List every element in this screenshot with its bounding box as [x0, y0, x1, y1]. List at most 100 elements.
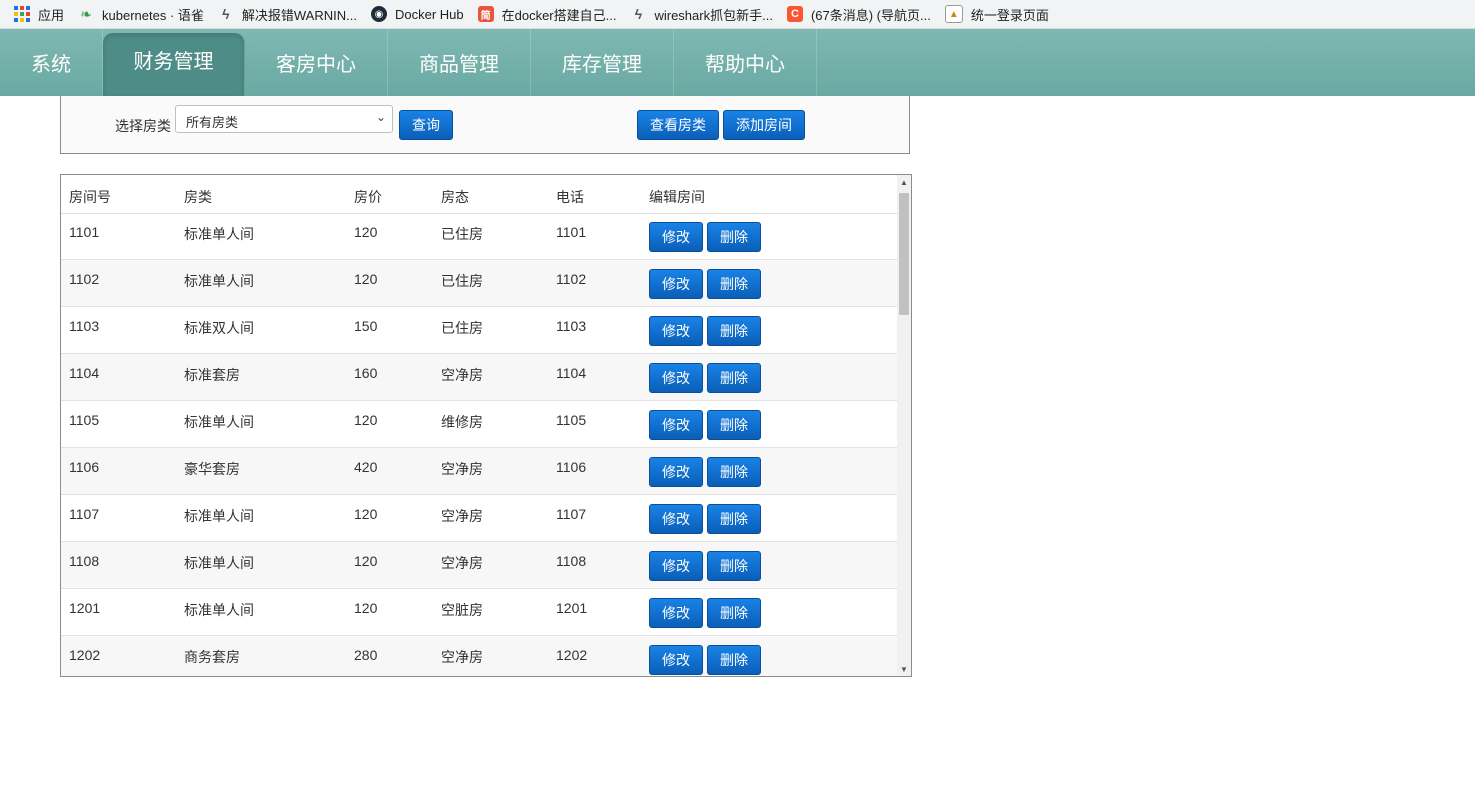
bookmark-jianshu[interactable]: 简 在docker搭建自己... [477, 5, 617, 24]
cell-status: 已住房 [441, 273, 483, 289]
cell-status: 空净房 [441, 555, 483, 571]
bookmark-docker-hub[interactable]: ◉ Docker Hub [370, 6, 464, 22]
edit-button[interactable]: 修改 [649, 457, 703, 487]
cell-status: 空净房 [441, 367, 483, 383]
cell-room-number: 1108 [69, 553, 100, 569]
room-type-select[interactable]: 所有房类 ⌄ [175, 105, 393, 133]
cell-price: 420 [354, 459, 378, 475]
edit-button[interactable]: 修改 [649, 551, 703, 581]
delete-button[interactable]: 删除 [707, 222, 761, 252]
nav-goods[interactable]: 商品管理 [388, 29, 531, 96]
nav-system[interactable]: 系统 [0, 29, 103, 96]
cell-room-number: 1102 [69, 271, 100, 287]
table-scrollbar[interactable]: ▲ ▼ [897, 175, 911, 676]
edit-button[interactable]: 修改 [649, 645, 703, 675]
cell-room-type: 豪华套房 [184, 461, 240, 477]
cell-status: 已住房 [441, 226, 483, 242]
image-icon: ▲ [944, 5, 963, 23]
delete-button[interactable]: 删除 [707, 457, 761, 487]
delete-button[interactable]: 删除 [707, 410, 761, 440]
query-button[interactable]: 查询 [399, 110, 453, 140]
delete-button[interactable]: 删除 [707, 645, 761, 675]
table-body: 1101 标准单人间 120 已住房 1101 修改 删除 1102 标准单人间… [61, 213, 897, 676]
header-room-number: 房间号 [69, 189, 111, 205]
cell-phone: 1101 [556, 224, 587, 240]
cell-room-number: 1202 [69, 647, 101, 663]
table-row: 1104 标准套房 160 空净房 1104 修改 删除 [61, 354, 897, 401]
filter-panel: 选择房类 所有房类 ⌄ 查询 查看房类 添加房间 [60, 96, 910, 154]
cell-phone: 1201 [556, 600, 588, 616]
cell-room-type: 标准单人间 [184, 508, 254, 524]
apps-grid-icon [14, 6, 30, 22]
header-room-type: 房类 [184, 189, 212, 205]
nav-help[interactable]: 帮助中心 [674, 29, 817, 96]
cell-status: 空净房 [441, 461, 483, 477]
cell-price: 120 [354, 412, 378, 428]
table-row: 1108 标准单人间 120 空净房 1108 修改 删除 [61, 542, 897, 589]
header-price: 房价 [354, 189, 382, 205]
bookmark-warning[interactable]: ϟ 解决报错WARNIN... [218, 5, 357, 24]
view-room-types-button[interactable]: 查看房类 [637, 110, 719, 140]
header-edit: 编辑房间 [649, 189, 705, 205]
cell-room-type: 标准单人间 [184, 602, 254, 618]
bookmark-label: Docker Hub [394, 6, 464, 22]
delete-button[interactable]: 删除 [707, 598, 761, 628]
cell-phone: 1106 [556, 459, 587, 475]
delete-button[interactable]: 删除 [707, 504, 761, 534]
cell-room-number: 1104 [69, 365, 100, 381]
header-phone: 电话 [556, 189, 584, 205]
bookmark-label: kubernetes · 语雀 [102, 7, 204, 23]
edit-button[interactable]: 修改 [649, 410, 703, 440]
table-row: 1102 标准单人间 120 已住房 1102 修改 删除 [61, 260, 897, 307]
bookmark-label: (67条消息) (导航页... [810, 7, 931, 23]
bookmark-csdn[interactable]: C (67条消息) (导航页... [786, 5, 931, 24]
nav-rooms[interactable]: 客房中心 [245, 29, 388, 96]
table-row: 1106 豪华套房 420 空净房 1106 修改 删除 [61, 448, 897, 495]
add-room-button[interactable]: 添加房间 [723, 110, 805, 140]
bookmark-label: 在docker搭建自己... [501, 7, 617, 23]
edit-button[interactable]: 修改 [649, 504, 703, 534]
scroll-down-arrow-icon[interactable]: ▼ [897, 662, 911, 676]
top-nav: 系统 财务管理 客房中心 商品管理 库存管理 帮助中心 [0, 29, 1475, 96]
kubernetes-leaf-icon: ❧ [80, 5, 92, 22]
delete-button[interactable]: 删除 [707, 269, 761, 299]
bookmark-kubernetes[interactable]: ❧ kubernetes · 语雀 [78, 5, 204, 24]
edit-button[interactable]: 修改 [649, 269, 703, 299]
bookmark-apps[interactable]: 应用 [14, 5, 64, 24]
bookmark-wireshark[interactable]: ϟ wireshark抓包新手... [630, 5, 773, 24]
edit-button[interactable]: 修改 [649, 316, 703, 346]
cell-status: 空净房 [441, 508, 483, 524]
table-row: 1107 标准单人间 120 空净房 1107 修改 删除 [61, 495, 897, 542]
cell-room-number: 1103 [69, 318, 100, 334]
cell-price: 120 [354, 600, 378, 616]
table-row: 1101 标准单人间 120 已住房 1101 修改 删除 [61, 213, 897, 260]
cell-room-type: 标准单人间 [184, 555, 254, 571]
cell-room-number: 1107 [69, 506, 100, 522]
delete-button[interactable]: 删除 [707, 363, 761, 393]
cell-phone: 1108 [556, 553, 587, 569]
cell-status: 空脏房 [441, 602, 483, 618]
table-row: 1201 标准单人间 120 空脏房 1201 修改 删除 [61, 589, 897, 636]
header-status: 房态 [441, 189, 469, 205]
bookmark-label: wireshark抓包新手... [654, 7, 773, 23]
cell-room-type: 标准套房 [184, 367, 240, 383]
delete-button[interactable]: 删除 [707, 551, 761, 581]
bookmark-login[interactable]: ▲ 统一登录页面 [944, 5, 1049, 24]
nav-inventory[interactable]: 库存管理 [531, 29, 674, 96]
cell-phone: 1102 [556, 271, 587, 287]
cell-price: 120 [354, 271, 378, 287]
delete-button[interactable]: 删除 [707, 316, 761, 346]
docker-icon: ◉ [370, 6, 387, 22]
nav-finance[interactable]: 财务管理 [103, 33, 245, 96]
cell-room-type: 标准单人间 [184, 273, 254, 289]
edit-button[interactable]: 修改 [649, 222, 703, 252]
edit-button[interactable]: 修改 [649, 598, 703, 628]
cell-status: 已住房 [441, 320, 483, 336]
table-row: 1103 标准双人间 150 已住房 1103 修改 删除 [61, 307, 897, 354]
table-row: 1202 商务套房 280 空净房 1202 修改 删除 [61, 636, 897, 676]
scrollbar-thumb[interactable] [899, 193, 909, 315]
scroll-up-arrow-icon[interactable]: ▲ [897, 175, 911, 189]
room-type-label: 选择房类 [115, 118, 171, 134]
edit-button[interactable]: 修改 [649, 363, 703, 393]
cell-price: 280 [354, 647, 378, 663]
